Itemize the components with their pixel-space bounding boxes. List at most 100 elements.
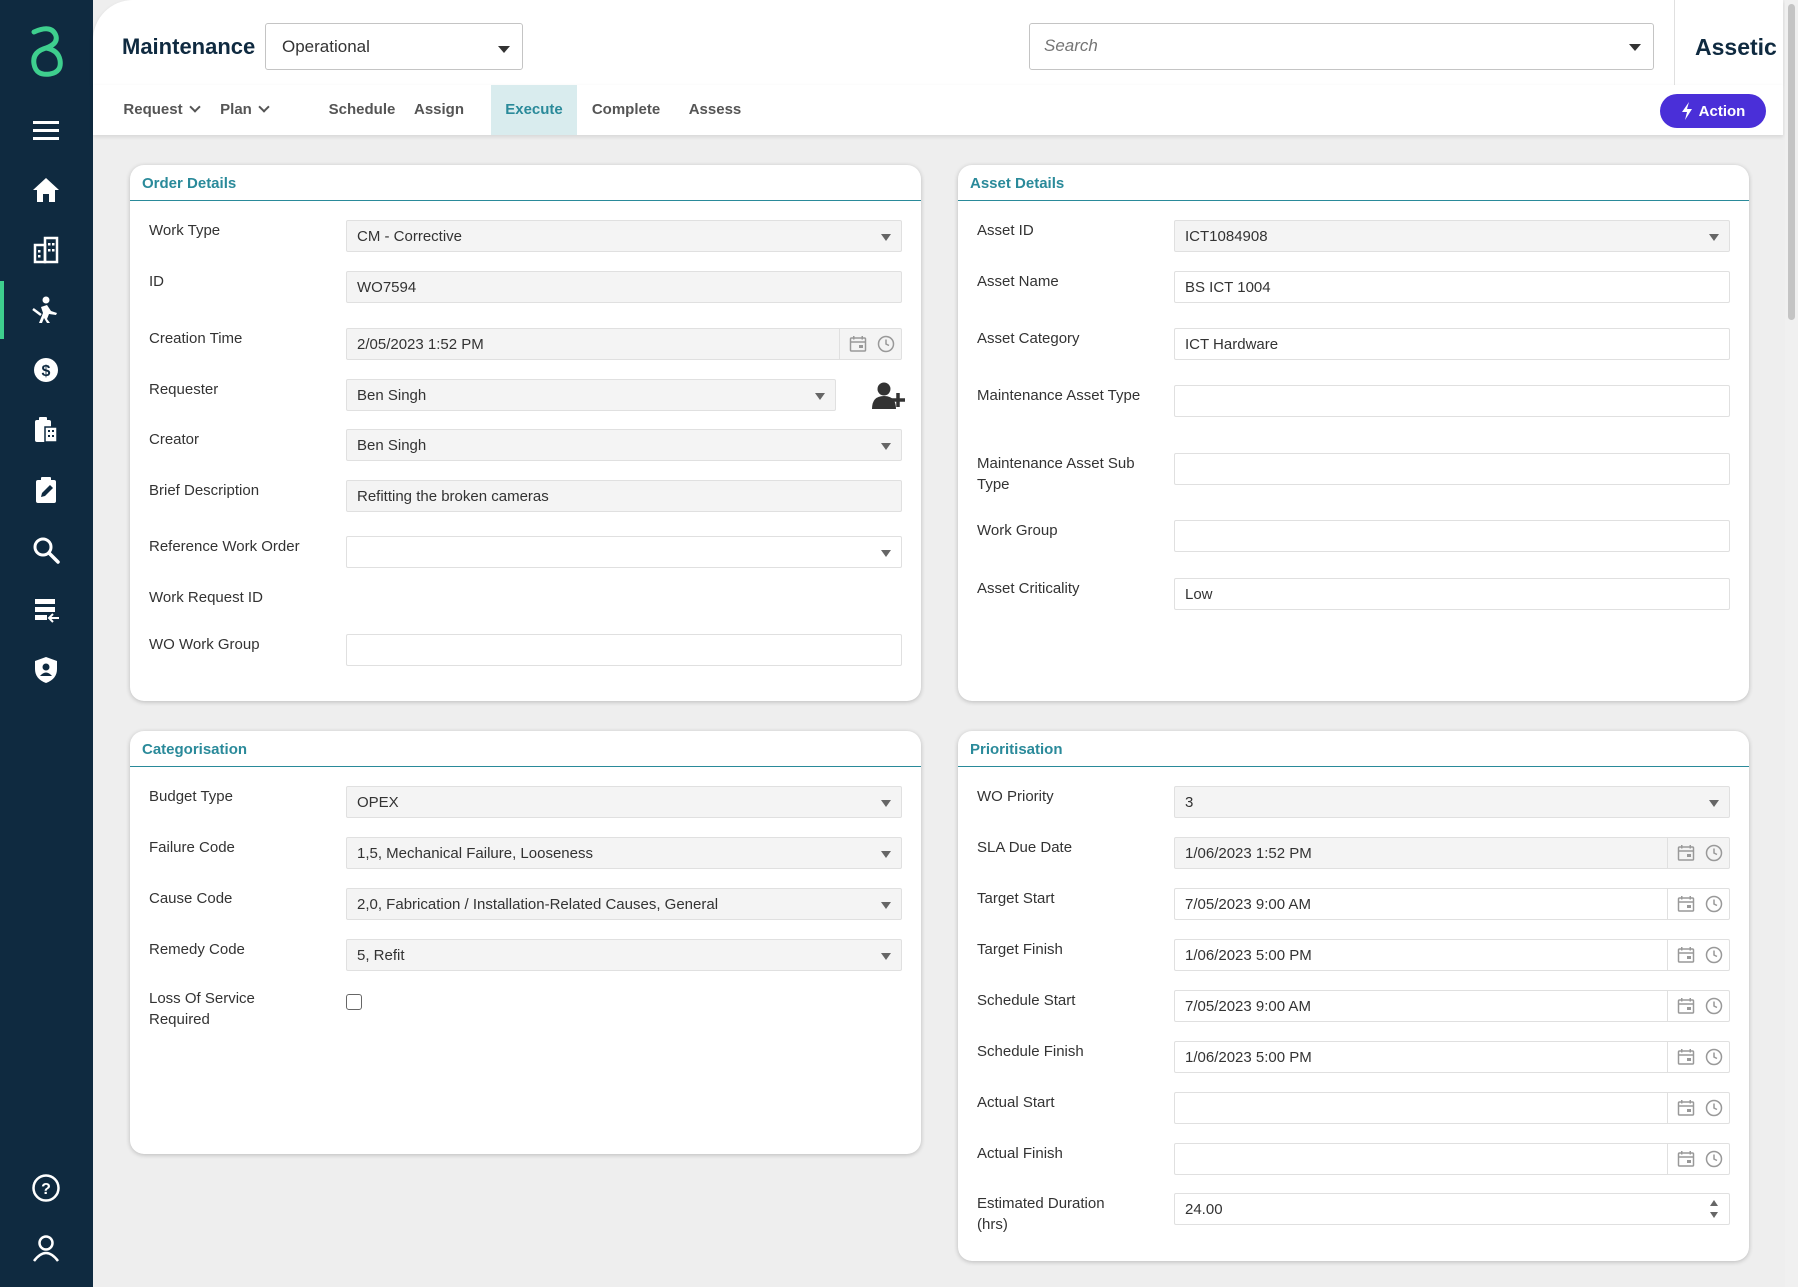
worker-icon[interactable] bbox=[22, 286, 70, 334]
target-finish-field[interactable]: 1/06/2023 5:00 PM bbox=[1174, 939, 1730, 971]
help-icon[interactable]: ? bbox=[22, 1164, 70, 1212]
creator-select[interactable]: Ben Singh bbox=[346, 429, 902, 461]
asset-criticality-field[interactable]: Low bbox=[1174, 578, 1730, 610]
asset-name-field[interactable]: BS ICT 1004 bbox=[1174, 271, 1730, 303]
dropdown-arrow-icon bbox=[881, 234, 891, 241]
calendar-icon[interactable] bbox=[1677, 844, 1695, 862]
order-details-card: Order Details Work Type CM - Corrective … bbox=[130, 165, 921, 701]
dropdown-arrow-icon bbox=[881, 953, 891, 960]
dropdown-arrow-icon bbox=[881, 851, 891, 858]
list-arrow-icon[interactable] bbox=[22, 586, 70, 634]
tab-execute[interactable]: Execute bbox=[491, 85, 577, 135]
clipboard-building-icon[interactable] bbox=[22, 406, 70, 454]
calendar-icon[interactable] bbox=[1677, 1150, 1695, 1168]
field-label: Requester bbox=[149, 381, 219, 398]
actual-start-field[interactable] bbox=[1174, 1092, 1730, 1124]
remedy-code-select[interactable]: 5, Refit bbox=[346, 939, 902, 971]
tab-bar: Request Plan Schedule Assign Execute Com… bbox=[93, 85, 1783, 135]
actual-finish-field[interactable] bbox=[1174, 1143, 1730, 1175]
tab-assign[interactable]: Assign bbox=[413, 85, 465, 135]
maintenance-asset-type-field[interactable] bbox=[1174, 385, 1730, 417]
clock-icon[interactable] bbox=[1705, 1150, 1723, 1168]
calendar-icon[interactable] bbox=[1677, 1099, 1695, 1117]
tab-schedule[interactable]: Schedule bbox=[327, 85, 397, 135]
clock-icon[interactable] bbox=[1705, 1099, 1723, 1117]
calendar-icon[interactable] bbox=[1677, 997, 1695, 1015]
active-nav-indicator bbox=[0, 281, 4, 339]
field-label: Work Type bbox=[149, 222, 221, 239]
dropdown-arrow-icon bbox=[815, 393, 825, 400]
clock-icon[interactable] bbox=[1705, 997, 1723, 1015]
page-scrollbar[interactable] bbox=[1785, 0, 1798, 1287]
work-type-select[interactable]: CM - Corrective bbox=[346, 220, 902, 252]
field-label: Reference Work Order bbox=[149, 538, 300, 555]
clock-icon[interactable] bbox=[1705, 1048, 1723, 1066]
sidebar: $ ? bbox=[0, 0, 93, 1287]
user-icon[interactable] bbox=[22, 1224, 70, 1272]
field-label: Work Request ID bbox=[149, 589, 263, 606]
tab-assess[interactable]: Assess bbox=[686, 85, 744, 135]
clipboard-edit-icon[interactable] bbox=[22, 466, 70, 514]
asset-id-select[interactable]: ICT1084908 bbox=[1174, 220, 1730, 252]
schedule-start-field[interactable]: 7/05/2023 9:00 AM bbox=[1174, 990, 1730, 1022]
sla-due-date-field[interactable]: 1/06/2023 1:52 PM bbox=[1174, 837, 1730, 869]
estimated-duration-field[interactable]: 24.00 bbox=[1174, 1193, 1730, 1225]
field-label: ID bbox=[149, 273, 164, 290]
add-user-icon[interactable] bbox=[872, 381, 908, 411]
field-label: Creation Time bbox=[149, 330, 243, 347]
budget-type-select[interactable]: OPEX bbox=[346, 786, 902, 818]
tab-request[interactable]: Request bbox=[117, 85, 205, 135]
reference-work-order-select[interactable] bbox=[346, 536, 902, 568]
asset-details-card: Asset Details Asset ID ICT1084908 Asset … bbox=[958, 165, 1749, 701]
calendar-icon[interactable] bbox=[1677, 895, 1695, 913]
work-group-field[interactable] bbox=[1174, 520, 1730, 552]
shield-user-icon[interactable] bbox=[22, 646, 70, 694]
buildings-icon[interactable] bbox=[22, 226, 70, 274]
target-start-field[interactable]: 7/05/2023 9:00 AM bbox=[1174, 888, 1730, 920]
search-box[interactable] bbox=[1029, 23, 1654, 70]
clock-icon[interactable] bbox=[1705, 895, 1723, 913]
dropdown-arrow-icon bbox=[881, 550, 891, 557]
field-label: SLA Due Date bbox=[977, 839, 1073, 856]
number-spinner-icon[interactable] bbox=[1709, 1197, 1719, 1221]
clock-icon[interactable] bbox=[1705, 844, 1723, 862]
field-label: Asset Category bbox=[977, 330, 1080, 347]
field-label: Loss Of Service Required bbox=[149, 990, 255, 1028]
mode-select[interactable]: Operational bbox=[265, 23, 523, 70]
tab-plan[interactable]: Plan bbox=[213, 85, 275, 135]
wo-priority-select[interactable]: 3 bbox=[1174, 786, 1730, 818]
calendar-icon[interactable] bbox=[849, 335, 867, 353]
id-field[interactable]: WO7594 bbox=[346, 271, 902, 303]
schedule-finish-field[interactable]: 1/06/2023 5:00 PM bbox=[1174, 1041, 1730, 1073]
calendar-icon[interactable] bbox=[1677, 1048, 1695, 1066]
search-icon[interactable] bbox=[22, 526, 70, 574]
field-label: Cause Code bbox=[149, 890, 233, 907]
brief-description-field[interactable]: Refitting the broken cameras bbox=[346, 480, 902, 512]
field-label: Remedy Code bbox=[149, 941, 245, 958]
maintenance-asset-sub-type-field[interactable] bbox=[1174, 453, 1730, 485]
field-label: Budget Type bbox=[149, 788, 233, 805]
clock-icon[interactable] bbox=[877, 335, 895, 353]
header-divider bbox=[1674, 0, 1675, 85]
brand-name: Assetic bbox=[1695, 34, 1777, 60]
creation-time-field[interactable]: 2/05/2023 1:52 PM bbox=[346, 328, 902, 360]
search-dropdown-icon[interactable] bbox=[1629, 44, 1641, 51]
scrollbar-thumb[interactable] bbox=[1788, 4, 1795, 320]
action-button[interactable]: Action bbox=[1660, 94, 1766, 128]
field-label: Estimated Duration (hrs) bbox=[977, 1195, 1105, 1233]
clock-icon[interactable] bbox=[1705, 946, 1723, 964]
tab-complete[interactable]: Complete bbox=[590, 85, 662, 135]
failure-code-select[interactable]: 1,5, Mechanical Failure, Looseness bbox=[346, 837, 902, 869]
home-icon[interactable] bbox=[22, 166, 70, 214]
asset-category-field[interactable]: ICT Hardware bbox=[1174, 328, 1730, 360]
requester-select[interactable]: Ben Singh bbox=[346, 379, 836, 411]
menu-icon[interactable] bbox=[22, 106, 70, 154]
dollar-icon[interactable]: $ bbox=[22, 346, 70, 394]
wo-work-group-field[interactable] bbox=[346, 634, 902, 666]
cause-code-select[interactable]: 2,0, Fabrication / Installation-Related … bbox=[346, 888, 902, 920]
search-input[interactable] bbox=[1044, 36, 1604, 56]
calendar-icon[interactable] bbox=[1677, 946, 1695, 964]
assetic-logo-icon[interactable] bbox=[22, 26, 70, 78]
loss-of-service-checkbox[interactable] bbox=[346, 994, 362, 1010]
header: Maintenance Operational Assetic bbox=[93, 0, 1783, 85]
